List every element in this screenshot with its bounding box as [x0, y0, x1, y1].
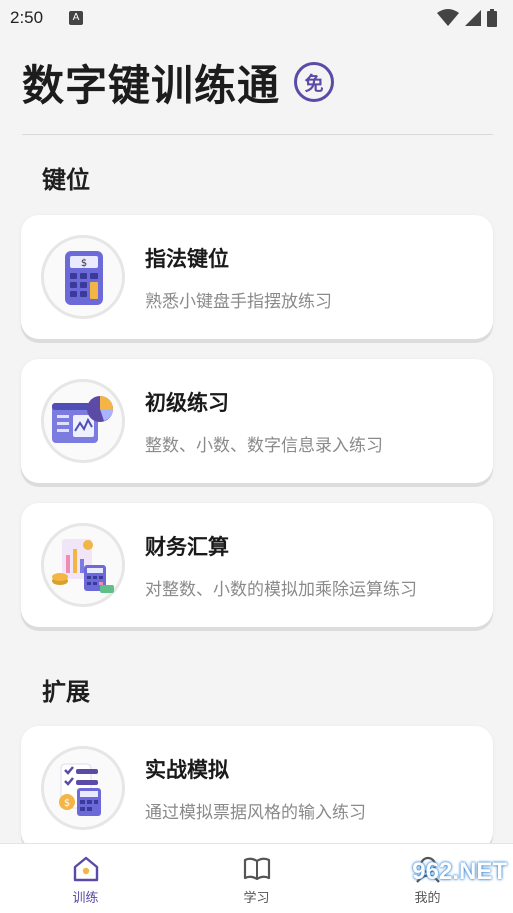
card-desc: 通过模拟票据风格的输入练习: [145, 802, 366, 823]
book-icon: [243, 857, 270, 881]
status-bar: 2:50 A: [0, 0, 513, 36]
home-icon: [73, 856, 98, 882]
signal-icon: [465, 10, 481, 26]
calculator-icon: $: [41, 235, 125, 319]
section-title-extension: 扩展: [42, 678, 90, 706]
wifi-icon: [437, 9, 459, 26]
card-title: 指法键位: [145, 246, 229, 271]
nav-label: 我的: [414, 891, 441, 906]
card-title: 初级练习: [145, 390, 229, 415]
card-desc: 整数、小数、数字信息录入练习: [145, 435, 383, 456]
nav-label: 学习: [243, 891, 270, 906]
dashboard-chart-icon: [41, 379, 125, 463]
battery-icon: [487, 9, 497, 27]
page-header: 数字键训练通 免: [22, 52, 335, 112]
card-desc: 对整数、小数的模拟加乘除运算练习: [145, 579, 417, 600]
svg-text:$: $: [64, 798, 70, 809]
card-desc: 熟悉小键盘手指摆放练习: [145, 291, 332, 312]
section-title-keys: 键位: [42, 166, 90, 194]
card-finance-calc[interactable]: 财务汇算 对整数、小数的模拟加乘除运算练习: [21, 503, 493, 627]
nav-item-train[interactable]: 训练: [0, 844, 171, 913]
svg-text:$: $: [81, 258, 87, 269]
free-badge: 免: [294, 62, 335, 102]
card-title: 实战模拟: [145, 757, 229, 782]
notification-app-icon: A: [69, 11, 84, 25]
finance-icon: [41, 523, 125, 607]
card-finger-position[interactable]: $ 指法键位 熟悉小键盘手指摆放练习: [21, 215, 493, 339]
app-title: 数字键训练通: [22, 60, 281, 110]
nav-item-study[interactable]: 学习: [171, 844, 342, 913]
header-divider: [22, 134, 493, 135]
card-title: 财务汇算: [145, 534, 229, 559]
card-beginner-practice[interactable]: 初级练习 整数、小数、数字信息录入练习: [21, 359, 493, 483]
watermark: 962.NET: [412, 858, 507, 885]
card-real-simulation[interactable]: $ 实战模拟 通过模拟票据风格的输入练习: [21, 726, 493, 850]
checklist-calculator-icon: $: [41, 746, 125, 830]
status-time: 2:50: [10, 8, 44, 27]
nav-label: 训练: [72, 891, 99, 906]
